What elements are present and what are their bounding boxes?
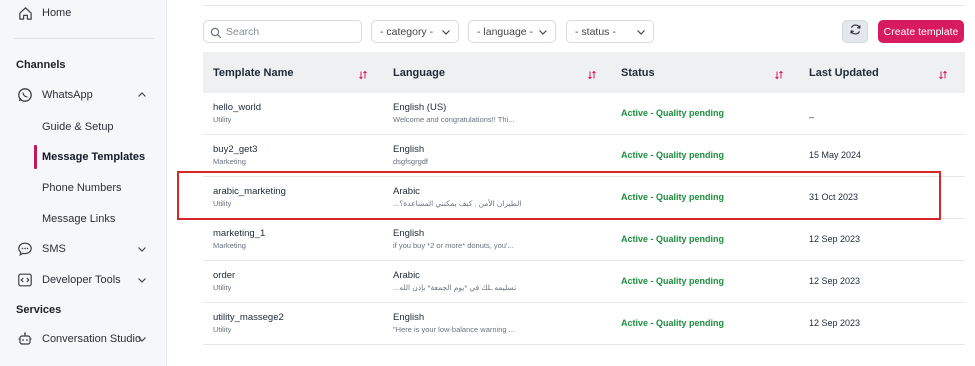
template-name[interactable]: hello_world — [213, 102, 261, 113]
template-preview: Welcome and congratulations!! Thi... — [393, 115, 515, 124]
table-row[interactable]: hello_world Utility English (US) Welcome… — [203, 93, 965, 135]
template-name[interactable]: buy2_get3 — [213, 144, 257, 155]
sidebar-item-label: Developer Tools — [42, 274, 121, 286]
refresh-icon — [849, 23, 862, 41]
sort-icon[interactable] — [587, 67, 597, 80]
sidebar-item-home[interactable]: Home — [0, 0, 167, 26]
sidebar-item-label: WhatsApp — [42, 89, 93, 101]
chevron-down-icon[interactable] — [136, 243, 148, 255]
template-language: English — [393, 312, 425, 323]
last-updated: 12 Sep 2023 — [809, 318, 861, 328]
template-language: English — [393, 228, 425, 239]
sidebar-item-label: Message Links — [42, 213, 116, 225]
table-header: Template Name Language Status Last Updat… — [203, 52, 965, 93]
section-title-services: Services — [16, 304, 62, 316]
sort-icon[interactable] — [358, 67, 368, 80]
template-preview: "Here is your low-balance warning ... — [393, 325, 515, 334]
sms-icon — [17, 241, 33, 257]
sidebar: Home Channels WhatsApp Guide & Setup Mes… — [0, 0, 167, 366]
column-header-last-updated[interactable]: Last Updated — [809, 52, 879, 93]
category-dropdown[interactable]: - category - — [371, 20, 459, 43]
status-dropdown[interactable]: - status - — [566, 20, 654, 43]
whatsapp-icon — [17, 87, 33, 103]
last-updated: 15 May 2024 — [809, 150, 862, 160]
divider — [203, 5, 965, 6]
last-updated: _ — [809, 108, 815, 118]
status-badge: Active - Quality pending — [621, 150, 725, 160]
table-row[interactable]: utility_massege2 Utility English "Here i… — [203, 303, 965, 345]
chevron-up-icon[interactable] — [136, 89, 148, 101]
template-category: Marketing — [213, 157, 246, 166]
language-dropdown[interactable]: - language - — [468, 20, 556, 43]
template-category: Utility — [213, 283, 232, 292]
template-name[interactable]: utility_massege2 — [213, 312, 284, 323]
sidebar-item-label: Guide & Setup — [42, 121, 114, 133]
sidebar-item-message-links[interactable]: Message Links — [0, 206, 167, 232]
sort-icon[interactable] — [938, 67, 948, 80]
sidebar-item-label: SMS — [42, 243, 66, 255]
template-preview: if you buy *2 or more* donuts, you'... — [393, 241, 514, 250]
category-dropdown-label: - category - — [380, 25, 434, 38]
sidebar-item-label: Message Templates — [42, 151, 146, 163]
template-category: Utility — [213, 325, 232, 334]
chevron-down-icon — [538, 27, 548, 37]
search-icon — [210, 26, 222, 39]
sidebar-item-whatsapp[interactable]: WhatsApp — [0, 82, 167, 108]
template-name[interactable]: marketing_1 — [213, 228, 265, 239]
status-badge: Active - Quality pending — [621, 108, 725, 118]
search-box[interactable] — [203, 20, 362, 43]
column-header-status[interactable]: Status — [621, 52, 655, 93]
highlight-box — [177, 171, 941, 220]
code-icon — [17, 272, 33, 288]
search-input[interactable] — [226, 24, 356, 39]
section-title-channels: Channels — [16, 59, 66, 71]
table-row[interactable]: order Utility Arabic ...تسليمه ـلك في *ي… — [203, 261, 965, 303]
sidebar-item-phone-numbers[interactable]: Phone Numbers — [0, 175, 167, 201]
template-category: Utility — [213, 115, 232, 124]
column-header-template-name[interactable]: Template Name — [213, 52, 294, 93]
sort-icon[interactable] — [774, 67, 784, 80]
chevron-down-icon — [636, 27, 646, 37]
template-category: Marketing — [213, 241, 246, 250]
column-header-language[interactable]: Language — [393, 52, 445, 93]
sidebar-item-label: Home — [42, 7, 72, 19]
create-template-button[interactable]: Create template — [878, 20, 964, 43]
last-updated: 12 Sep 2023 — [809, 234, 861, 244]
template-preview: ...تسليمه ـلك في *يوم الجمعة* بإذن الله — [393, 283, 517, 292]
sidebar-item-label: Conversation Studio — [42, 333, 142, 345]
sidebar-item-message-templates[interactable]: Message Templates — [0, 144, 167, 170]
sidebar-item-sms[interactable]: SMS — [0, 236, 167, 262]
last-updated: 12 Sep 2023 — [809, 276, 861, 286]
table-row[interactable]: marketing_1 Marketing English if you buy… — [203, 219, 965, 261]
status-badge: Active - Quality pending — [621, 318, 725, 328]
sidebar-item-developer-tools[interactable]: Developer Tools — [0, 267, 167, 293]
template-name[interactable]: order — [213, 270, 235, 281]
sidebar-item-conversation-studio[interactable]: Conversation Studio — [0, 326, 167, 352]
divider — [14, 38, 154, 39]
status-dropdown-label: - status - — [575, 25, 616, 38]
template-language: English — [393, 144, 425, 155]
status-badge: Active - Quality pending — [621, 234, 725, 244]
sidebar-item-label: Phone Numbers — [42, 182, 122, 194]
chevron-down-icon[interactable] — [136, 274, 148, 286]
template-language: Arabic — [393, 270, 420, 281]
bot-icon — [17, 331, 33, 347]
template-language: English (US) — [393, 102, 447, 113]
template-preview: dsgfsgrgdf — [393, 157, 429, 166]
chevron-down-icon[interactable] — [136, 333, 148, 345]
status-badge: Active - Quality pending — [621, 276, 725, 286]
sidebar-item-guide-setup[interactable]: Guide & Setup — [0, 114, 167, 140]
chevron-down-icon — [441, 27, 451, 37]
refresh-button[interactable] — [842, 20, 868, 43]
home-icon — [17, 5, 33, 21]
language-dropdown-label: - language - — [477, 25, 534, 38]
